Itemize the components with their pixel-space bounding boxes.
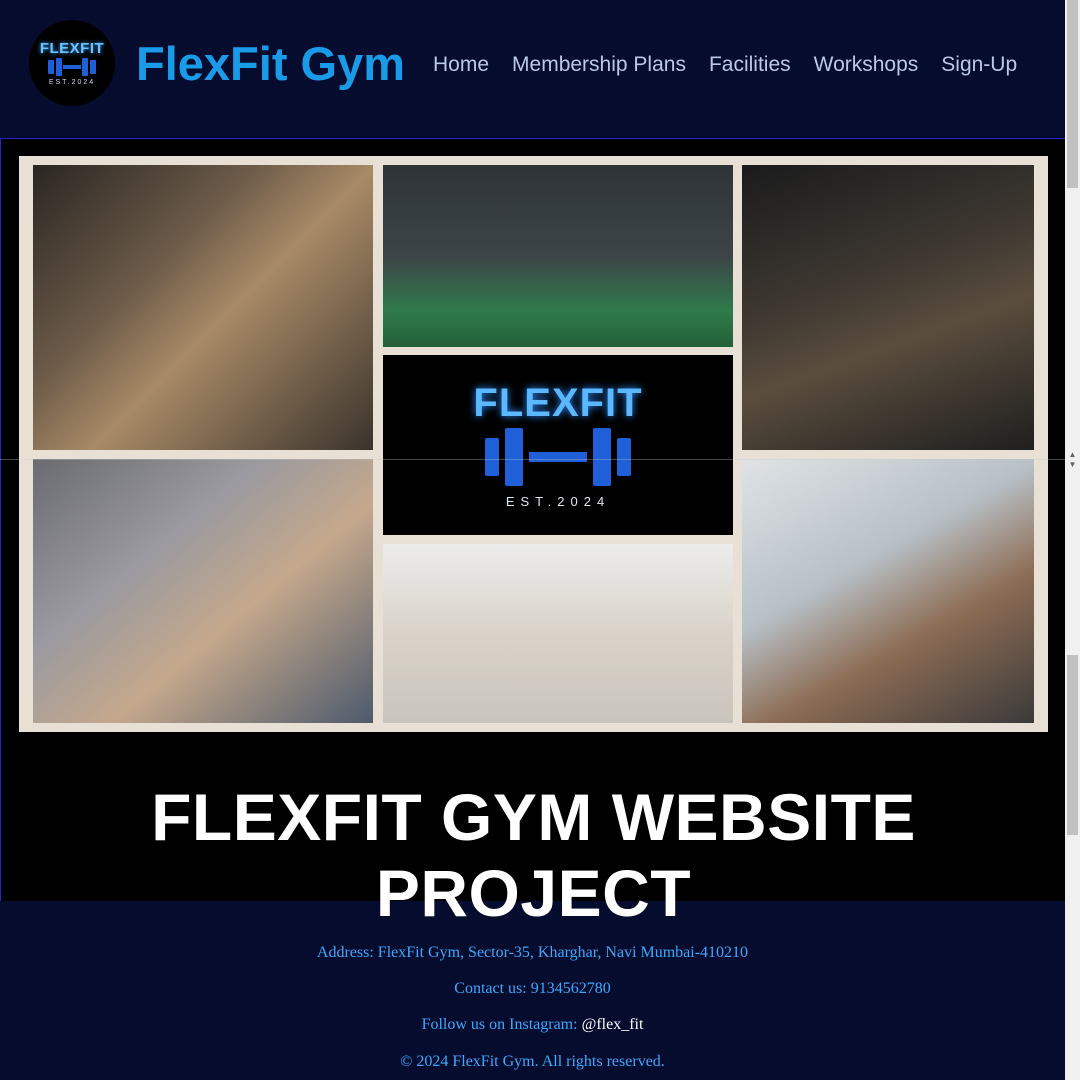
logo-text: FLEXFIT [39,40,105,57]
collage-logo-tile: FLEXFIT EST.2024 [383,355,733,535]
logo-est: EST.2024 [48,79,96,86]
divider [0,459,1080,460]
footer-contact: Contact us: 9134562780 [454,980,611,997]
scroll-up-icon[interactable]: ▲ [1065,450,1080,460]
brand-name[interactable]: FlexFit Gym [136,36,405,91]
instagram-handle[interactable]: @flex_fit [582,1016,644,1033]
collage-logo-est: EST.2024 [505,494,611,509]
main-nav: Home Membership Plans Facilities Worksho… [433,53,1040,77]
instagram-label: Follow us on Instagram: [421,1016,582,1033]
battle-ropes-photo [383,165,733,347]
scrollbar-thumb[interactable] [1067,655,1078,835]
treadmill-room-photo [33,165,373,450]
scrollbar[interactable]: ▲ ▼ [1065,0,1080,1080]
footer-address: Address: FlexFit Gym, Sector-35, Khargha… [316,944,749,961]
dumbbell-icon [485,428,631,486]
gym-photo-collage: FLEXFIT EST.2024 [19,156,1048,732]
weights-rack-photo [742,165,1034,450]
footer-instagram: Follow us on Instagram: @flex_fit [0,1016,1065,1034]
scroll-down-icon[interactable]: ▼ [1065,460,1080,470]
nav-home[interactable]: Home [433,53,489,77]
scrollbar-thumb-top[interactable] [1067,0,1078,188]
collage-logo-text: FLEXFIT [473,381,643,425]
hero-banner: FLEXFIT EST.2024 FLEXFIT GYM WEBSITE PRO… [0,138,1065,930]
dumbbell-icon [48,58,96,76]
site-header: FLEXFIT EST.2024 FlexFit Gym Home Member… [0,0,1065,138]
dumbbell-press-photo [742,459,1034,723]
hero-title: FLEXFIT GYM WEBSITE PROJECT [151,780,916,930]
nav-facilities[interactable]: Facilities [709,53,791,77]
gym-logo[interactable]: FLEXFIT EST.2024 [29,20,115,106]
kettlebell-pushups-photo [33,459,373,723]
nav-membership-plans[interactable]: Membership Plans [512,53,686,77]
nav-workshops[interactable]: Workshops [814,53,919,77]
nav-sign-up[interactable]: Sign-Up [941,53,1017,77]
footer-copyright: © 2024 FlexFit Gym. All rights reserved. [400,1053,665,1070]
gym-interior-photo [383,544,733,723]
